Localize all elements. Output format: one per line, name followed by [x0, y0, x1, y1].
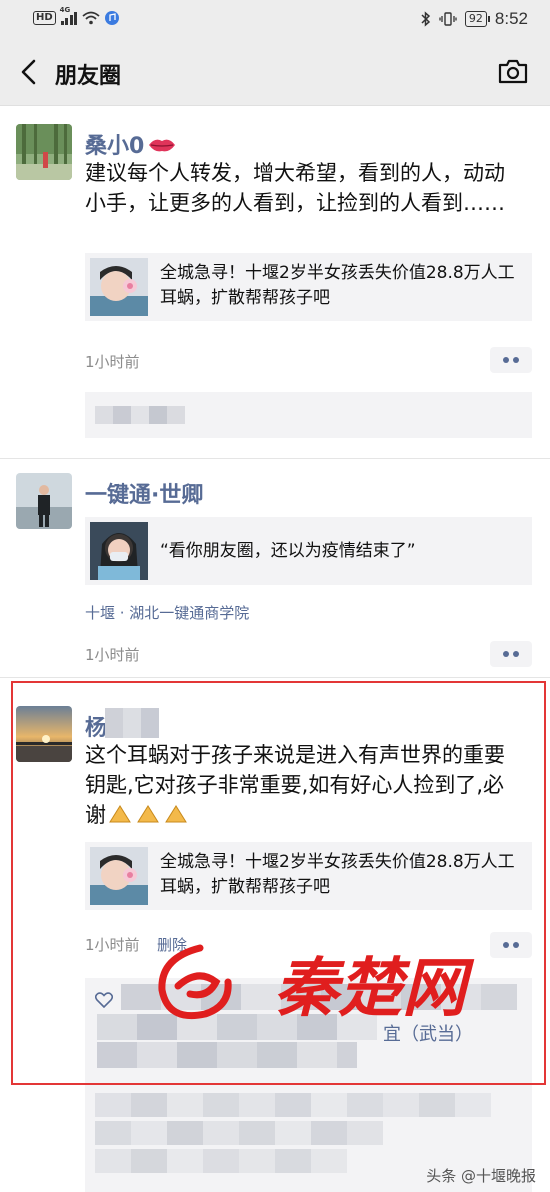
more-actions-button[interactable]	[490, 347, 532, 373]
watermark-logo: 秦楚网	[150, 938, 500, 1028]
bluetooth-icon	[421, 11, 431, 27]
avatar[interactable]	[16, 473, 72, 529]
post-time: 1小时前	[85, 646, 140, 664]
watermark-text: 秦楚网	[274, 951, 475, 1026]
share-thumbnail	[90, 522, 148, 580]
post-text: 建议每个人转发，增大希望，看到的人，动动小手，让更多的人看到，让捡到的人看到……	[85, 161, 505, 215]
avatar[interactable]	[16, 124, 72, 180]
pixelated-comment	[95, 406, 185, 424]
moment-post-1: 桑小0 建议每个人转发，增大希望，看到的人，动动小手，让更多的人看到，让捡到的人…	[0, 106, 550, 458]
nav-bar: 朋友圈	[0, 38, 550, 106]
shared-link-card[interactable]: “看你朋友圈，还以为疫情结束了”	[85, 517, 532, 585]
wifi-icon	[82, 11, 100, 25]
post-location[interactable]: 十堰 · 湖北一键通商学院	[85, 602, 249, 623]
more-actions-button[interactable]	[490, 641, 532, 667]
lips-emoji-icon	[149, 139, 176, 152]
source-credit: 头条 @十堰晚报	[426, 1167, 536, 1185]
camera-icon[interactable]	[498, 58, 528, 84]
music-app-icon	[105, 11, 120, 25]
network-type: 4G	[59, 6, 71, 14]
shared-link-card[interactable]: 全城急寻！十堰2岁半女孩丢失价值28.8万人工耳蜗，扩散帮帮孩子吧	[85, 253, 532, 321]
status-bar: HD 4G 92 8:52	[0, 0, 550, 38]
page-title: 朋友圈	[55, 64, 122, 89]
username[interactable]: 桑小0	[85, 128, 177, 160]
signal-icon: 4G	[60, 6, 78, 25]
hd-indicator: HD	[33, 11, 56, 25]
share-title: “看你朋友圈，还以为疫情结束了”	[160, 541, 416, 561]
status-right: 92 8:52	[420, 9, 528, 29]
comment-area-blurred	[85, 392, 532, 438]
share-thumbnail	[90, 258, 148, 316]
username[interactable]: 一键通·世卿	[85, 477, 203, 509]
vibrate-icon	[439, 12, 457, 26]
battery-indicator: 92	[464, 11, 490, 27]
post-time: 1小时前	[85, 353, 140, 371]
moment-post-2: 一键通·世卿 “看你朋友圈，还以为疫情结束了” 十堰 · 湖北一键通商学院 1小…	[0, 459, 550, 677]
status-left: HD 4G	[33, 6, 120, 25]
share-title: 全城急寻！十堰2岁半女孩丢失价值28.8万人工耳蜗，扩散帮帮孩子吧	[160, 263, 515, 308]
back-arrow-icon[interactable]	[18, 58, 42, 86]
clock: 8:52	[494, 9, 528, 28]
